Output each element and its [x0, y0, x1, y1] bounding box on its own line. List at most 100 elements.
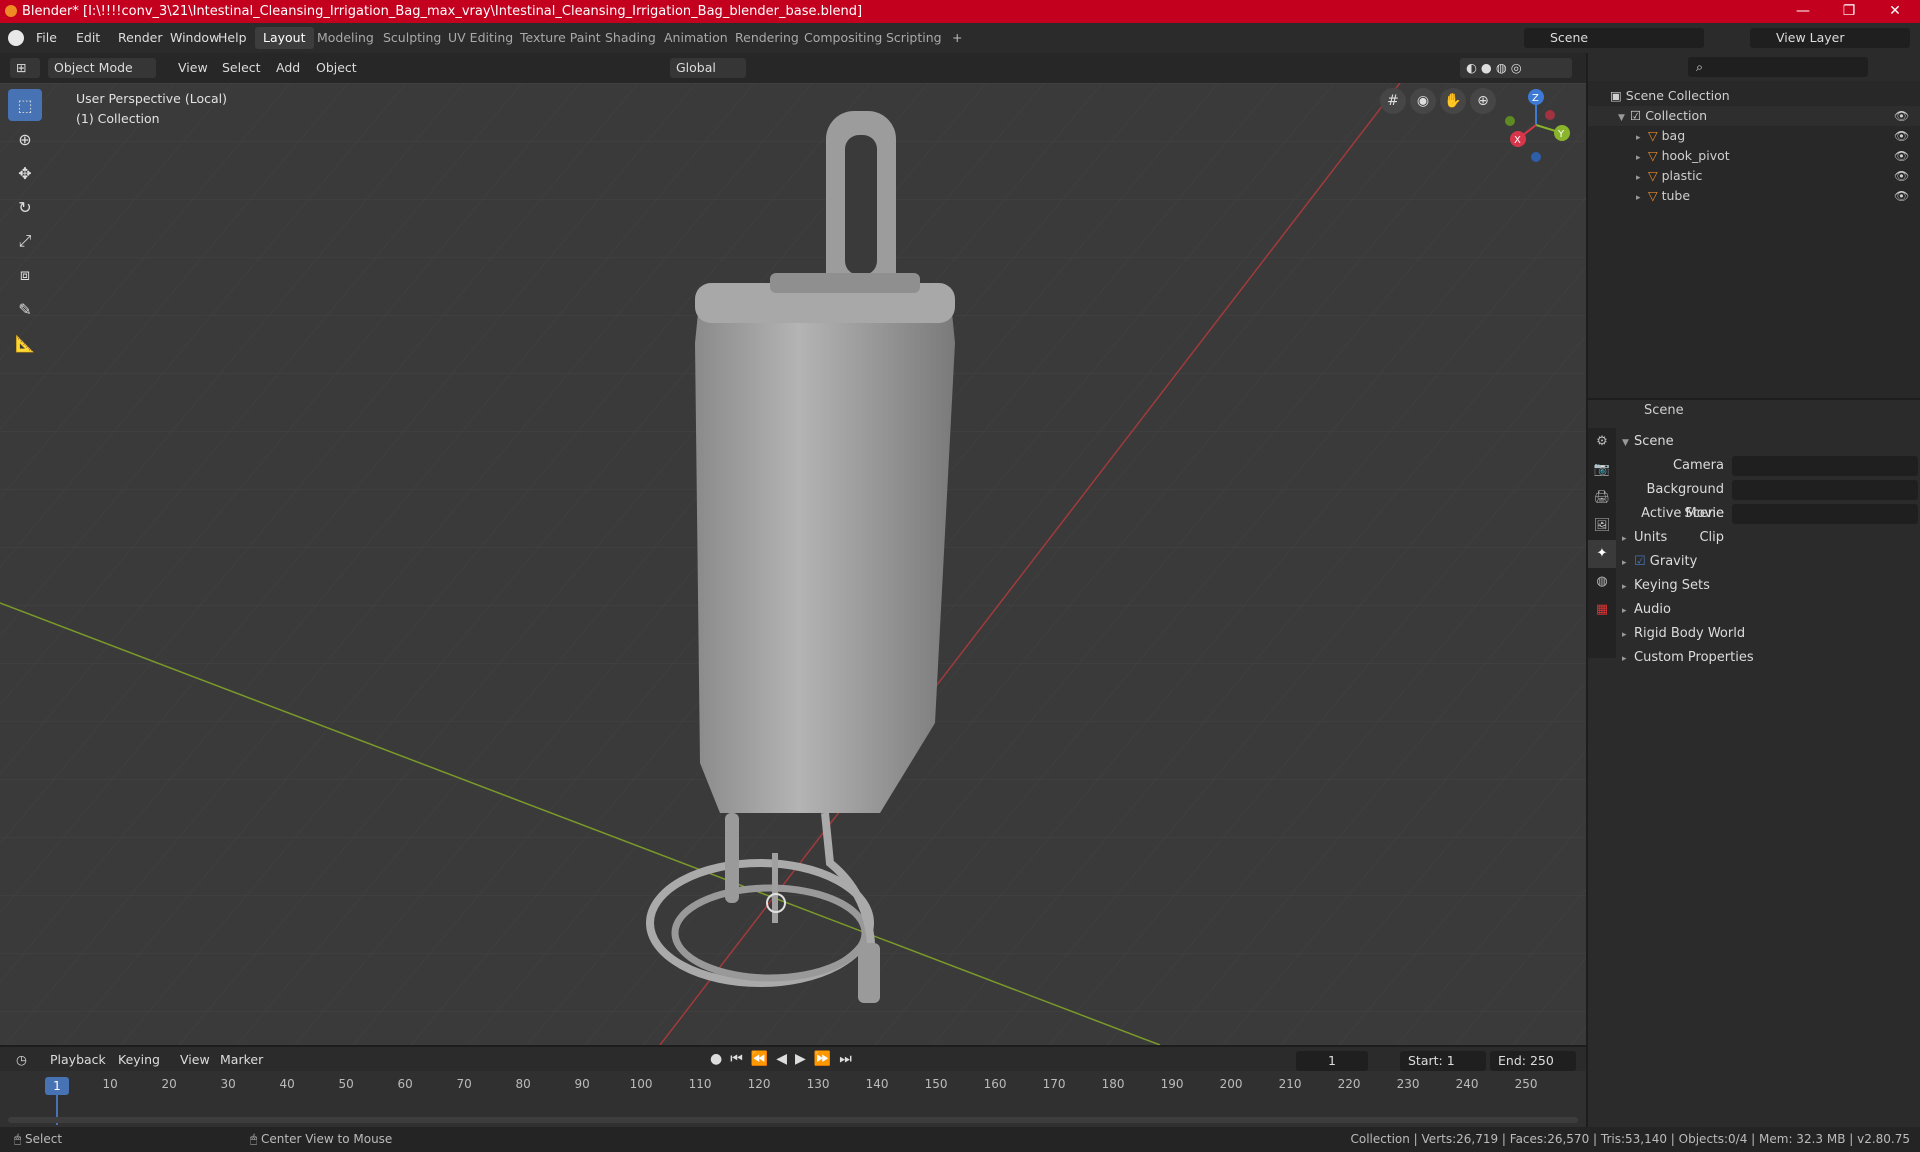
grid-toggle-icon[interactable]: # — [1380, 88, 1406, 114]
tab-rendering[interactable]: Rendering — [727, 27, 807, 49]
collection-label: Collection — [1645, 108, 1708, 123]
tab-animation[interactable]: Animation — [656, 27, 736, 49]
move-icon[interactable]: ✥ — [8, 157, 42, 189]
outliner-item-plastic[interactable]: ▸ ▽ plastic 👁 — [1588, 166, 1920, 186]
tab-scripting[interactable]: Scripting — [878, 27, 950, 49]
close-button[interactable]: ✕ — [1872, 0, 1918, 23]
menu-edit[interactable]: Edit — [70, 28, 106, 48]
scene-tab-icon[interactable]: ✦ — [1588, 540, 1616, 568]
orientation-dropdown[interactable]: Global — [670, 58, 746, 78]
object-mode-dropdown[interactable]: Object Mode — [48, 58, 156, 78]
menu-select[interactable]: Select — [216, 58, 267, 78]
camera-field[interactable] — [1732, 456, 1918, 476]
tab-layout[interactable]: Layout — [255, 27, 314, 49]
expand-icon[interactable]: ▸ — [1636, 168, 1648, 188]
expand-icon[interactable]: ▸ — [1636, 128, 1648, 148]
timeline-scrollbar[interactable] — [8, 1117, 1578, 1123]
timeline-ruler[interactable]: 1 10 20 30 40 50 60 70 80 90 100 110 120 130 140 150 16… — [0, 1071, 1586, 1127]
tab-compositing[interactable]: Compositing — [796, 27, 890, 49]
menu-playback[interactable]: Playback — [44, 1050, 112, 1070]
menu-timeline-view[interactable]: View — [174, 1050, 216, 1070]
output-tab-icon[interactable]: 🖨 — [1588, 484, 1616, 512]
menu-file[interactable]: File — [30, 28, 63, 48]
tab-modeling[interactable]: Modeling — [309, 27, 382, 49]
menu-keying[interactable]: Keying — [112, 1050, 166, 1070]
scene-selector[interactable]: Scene — [1524, 28, 1704, 48]
collection-label: (1) Collection — [76, 111, 160, 126]
playhead[interactable]: 1 — [45, 1077, 69, 1095]
object-icon: ▽ — [1648, 148, 1662, 163]
eye-icon[interactable]: 👁 — [1894, 126, 1909, 146]
gravity-checkbox-icon[interactable]: ☑ — [1634, 554, 1650, 569]
camera-view-icon[interactable]: ◉ — [1410, 88, 1436, 114]
outliner-item-bag[interactable]: ▸ ▽ bag 👁 — [1588, 126, 1920, 146]
eye-icon[interactable]: 👁 — [1894, 146, 1909, 166]
expand-icon[interactable]: ▼ — [1618, 108, 1630, 128]
render-tab-icon[interactable]: 📷 — [1588, 456, 1616, 484]
menu-view[interactable]: View — [172, 58, 214, 78]
outliner-root[interactable]: ▣ Scene Collection — [1588, 86, 1920, 106]
background-scene-field[interactable] — [1732, 480, 1918, 500]
timeline-panel: ◷ Playback Keying View Marker ●⏮⏪◀▶⏩⏭ 1 … — [0, 1047, 1586, 1127]
transform-icon[interactable]: ⧈ — [8, 259, 42, 291]
menu-object[interactable]: Object — [310, 58, 363, 78]
tab-sculpting[interactable]: Sculpting — [375, 27, 449, 49]
gizmo-x-label: X — [1514, 135, 1521, 146]
section-rigid-body-world[interactable]: ▸ Rigid Body World — [1622, 622, 1918, 646]
tab-texture-paint[interactable]: Texture Paint — [512, 27, 609, 49]
navigation-gizmo[interactable]: Z Y X — [1500, 85, 1580, 165]
3d-viewport[interactable]: ⬚ ⊕ ✥ ↻ ⤢ ⧈ ✎ 📐 User Perspective (Local)… — [0, 83, 1586, 1045]
outliner-collection[interactable]: ▼ ☑ Collection 👁 — [1588, 106, 1920, 126]
section-gravity[interactable]: ▸ ☑ Gravity — [1622, 550, 1918, 574]
tool-tab-icon[interactable]: ⚙ — [1588, 428, 1616, 456]
menu-marker[interactable]: Marker — [214, 1050, 269, 1070]
eye-icon[interactable]: 👁 — [1894, 106, 1909, 126]
view-layer-selector[interactable]: View Layer — [1750, 28, 1910, 48]
section-custom-properties[interactable]: ▸ Custom Properties — [1622, 646, 1918, 670]
maximize-button[interactable]: ❐ — [1826, 0, 1872, 23]
pan-hand-icon[interactable]: ✋ — [1440, 88, 1466, 114]
minimize-button[interactable]: — — [1780, 0, 1826, 23]
ruler-tick-label: 220 — [1337, 1077, 1361, 1091]
outliner-search-icon[interactable]: ⌕ — [1688, 57, 1868, 77]
menu-render[interactable]: Render — [112, 28, 169, 48]
object-icon: ▽ — [1648, 128, 1662, 143]
annotate-icon[interactable]: ✎ — [8, 293, 42, 325]
section-audio[interactable]: ▸ Audio — [1622, 598, 1918, 622]
expand-icon[interactable]: ▸ — [1636, 148, 1648, 168]
eye-icon[interactable]: 👁 — [1894, 186, 1909, 206]
editor-type-icon[interactable]: ⊞ — [10, 58, 40, 78]
measure-icon[interactable]: 📐 — [8, 327, 42, 359]
blender-menu-icon[interactable] — [8, 30, 24, 46]
playback-controls[interactable]: ●⏮⏪◀▶⏩⏭ — [710, 1051, 860, 1067]
section-units[interactable]: ▸ Units — [1622, 526, 1918, 550]
scale-icon[interactable]: ⤢ — [8, 225, 42, 257]
ruler-tick-label: 110 — [688, 1077, 712, 1091]
outliner-item-tube[interactable]: ▸ ▽ tube 👁 — [1588, 186, 1920, 206]
add-workspace-button[interactable]: + — [944, 27, 970, 49]
current-frame-field[interactable]: 1 — [1296, 1051, 1368, 1071]
tab-shading[interactable]: Shading — [597, 27, 664, 49]
end-frame-field[interactable]: End: 250 — [1490, 1051, 1576, 1071]
select-box-icon[interactable]: ⬚ — [8, 89, 42, 121]
section-keying-sets[interactable]: ▸ Keying Sets — [1622, 574, 1918, 598]
expand-icon[interactable]: ▸ — [1636, 188, 1648, 208]
cursor-icon[interactable]: ⊕ — [8, 123, 42, 155]
checkbox-icon[interactable]: ☑ — [1630, 108, 1645, 123]
scene-panel-header[interactable]: ▼ Scene — [1622, 430, 1918, 454]
outliner-item-hook-pivot[interactable]: ▸ ▽ hook_pivot 👁 — [1588, 146, 1920, 166]
tab-uv-editing[interactable]: UV Editing — [440, 27, 521, 49]
view-layer-tab-icon[interactable]: 🖼 — [1588, 512, 1616, 540]
shading-mode-buttons[interactable]: ◐●◍◎ — [1460, 58, 1572, 78]
zoom-icon[interactable]: ⊕ — [1470, 88, 1496, 114]
world-tab-icon[interactable]: ◍ — [1588, 568, 1616, 596]
rotate-icon[interactable]: ↻ — [8, 191, 42, 223]
texture-tab-icon[interactable]: ▦ — [1588, 596, 1616, 624]
movie-clip-field[interactable] — [1732, 504, 1918, 524]
menu-help[interactable]: Help — [212, 28, 253, 48]
eye-icon[interactable]: 👁 — [1894, 166, 1909, 186]
timeline-editor-icon[interactable]: ◷ — [10, 1050, 33, 1070]
ruler-tick-label: 140 — [865, 1077, 889, 1091]
start-frame-field[interactable]: Start: 1 — [1400, 1051, 1486, 1071]
menu-add[interactable]: Add — [270, 58, 306, 78]
